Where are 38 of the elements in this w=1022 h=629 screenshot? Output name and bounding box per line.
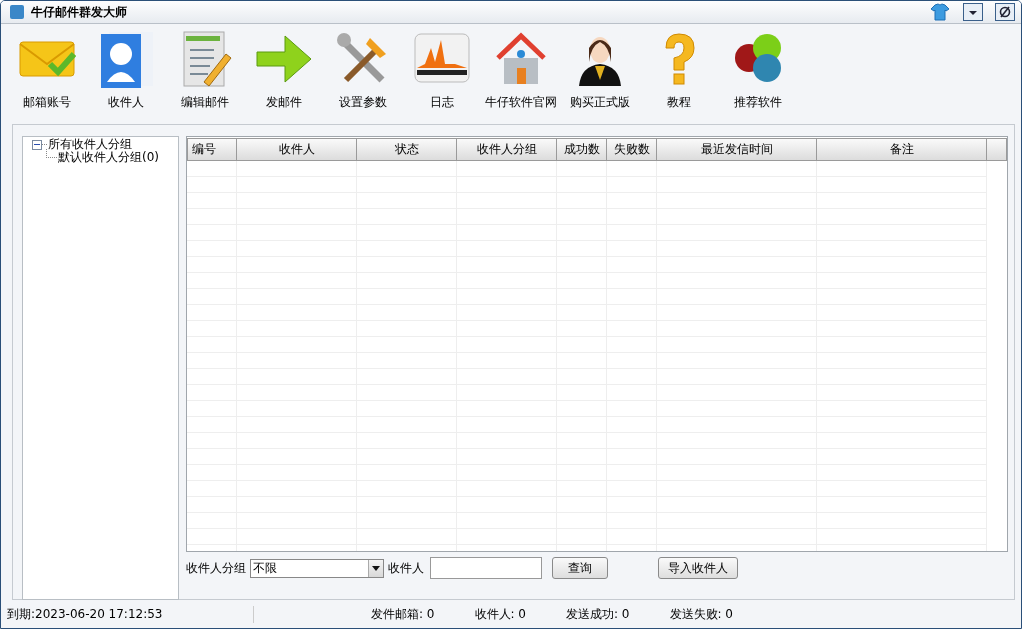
- app-icon: [10, 5, 24, 19]
- status-count: 发送成功: 0: [566, 605, 630, 623]
- recipient-field[interactable]: [430, 557, 542, 579]
- query-button[interactable]: 查询: [552, 557, 608, 579]
- toolbar-button[interactable]: 收件人: [86, 28, 165, 111]
- header-filler: [987, 138, 1007, 161]
- toolbar-button[interactable]: 日志: [402, 28, 481, 111]
- import-button[interactable]: 导入收件人: [658, 557, 738, 579]
- column-header[interactable]: 编号: [187, 138, 237, 161]
- toolbar-button[interactable]: 牛仔软件官网: [481, 28, 560, 111]
- column-header[interactable]: 失败数: [607, 138, 657, 161]
- toolbar-button[interactable]: 设置参数: [323, 28, 402, 111]
- toolbar-button[interactable]: 教程: [639, 28, 718, 111]
- toolbar-button[interactable]: 购买正式版: [560, 28, 639, 111]
- status-count: 收件人: 0: [474, 605, 526, 623]
- collapse-toggle[interactable]: [32, 139, 42, 150]
- tree-item[interactable]: 默认收件人分组(0): [58, 151, 159, 164]
- close-button[interactable]: [995, 3, 1015, 21]
- status-count: 发送失败: 0: [669, 605, 733, 623]
- toolbar-button[interactable]: 邮箱账号: [7, 28, 86, 111]
- toolbar-button[interactable]: 编辑邮件: [165, 28, 244, 111]
- column-header[interactable]: 备注: [817, 138, 987, 161]
- dropdown-button[interactable]: [963, 3, 983, 21]
- window-title: 牛仔邮件群发大师: [31, 3, 127, 21]
- group-dropdown[interactable]: 不限: [250, 558, 384, 578]
- status-count: 发件邮箱: 0: [371, 605, 435, 623]
- column-header[interactable]: 收件人: [237, 138, 357, 161]
- column-header[interactable]: 收件人分组: [457, 138, 557, 161]
- column-header[interactable]: 最近发信时间: [657, 138, 817, 161]
- tree-item[interactable]: 所有收件人分组: [48, 138, 132, 151]
- shirt-icon[interactable]: [929, 3, 951, 21]
- column-header[interactable]: 状态: [357, 138, 457, 161]
- toolbar-button[interactable]: 发邮件: [244, 28, 323, 111]
- column-header[interactable]: 成功数: [557, 138, 607, 161]
- toolbar-button[interactable]: 推荐软件: [718, 28, 797, 111]
- group-label: 收件人分组: [186, 559, 246, 577]
- recipient-label: 收件人: [388, 559, 424, 577]
- expiry-text: 到期:2023-06-20 17:12:53: [7, 605, 254, 623]
